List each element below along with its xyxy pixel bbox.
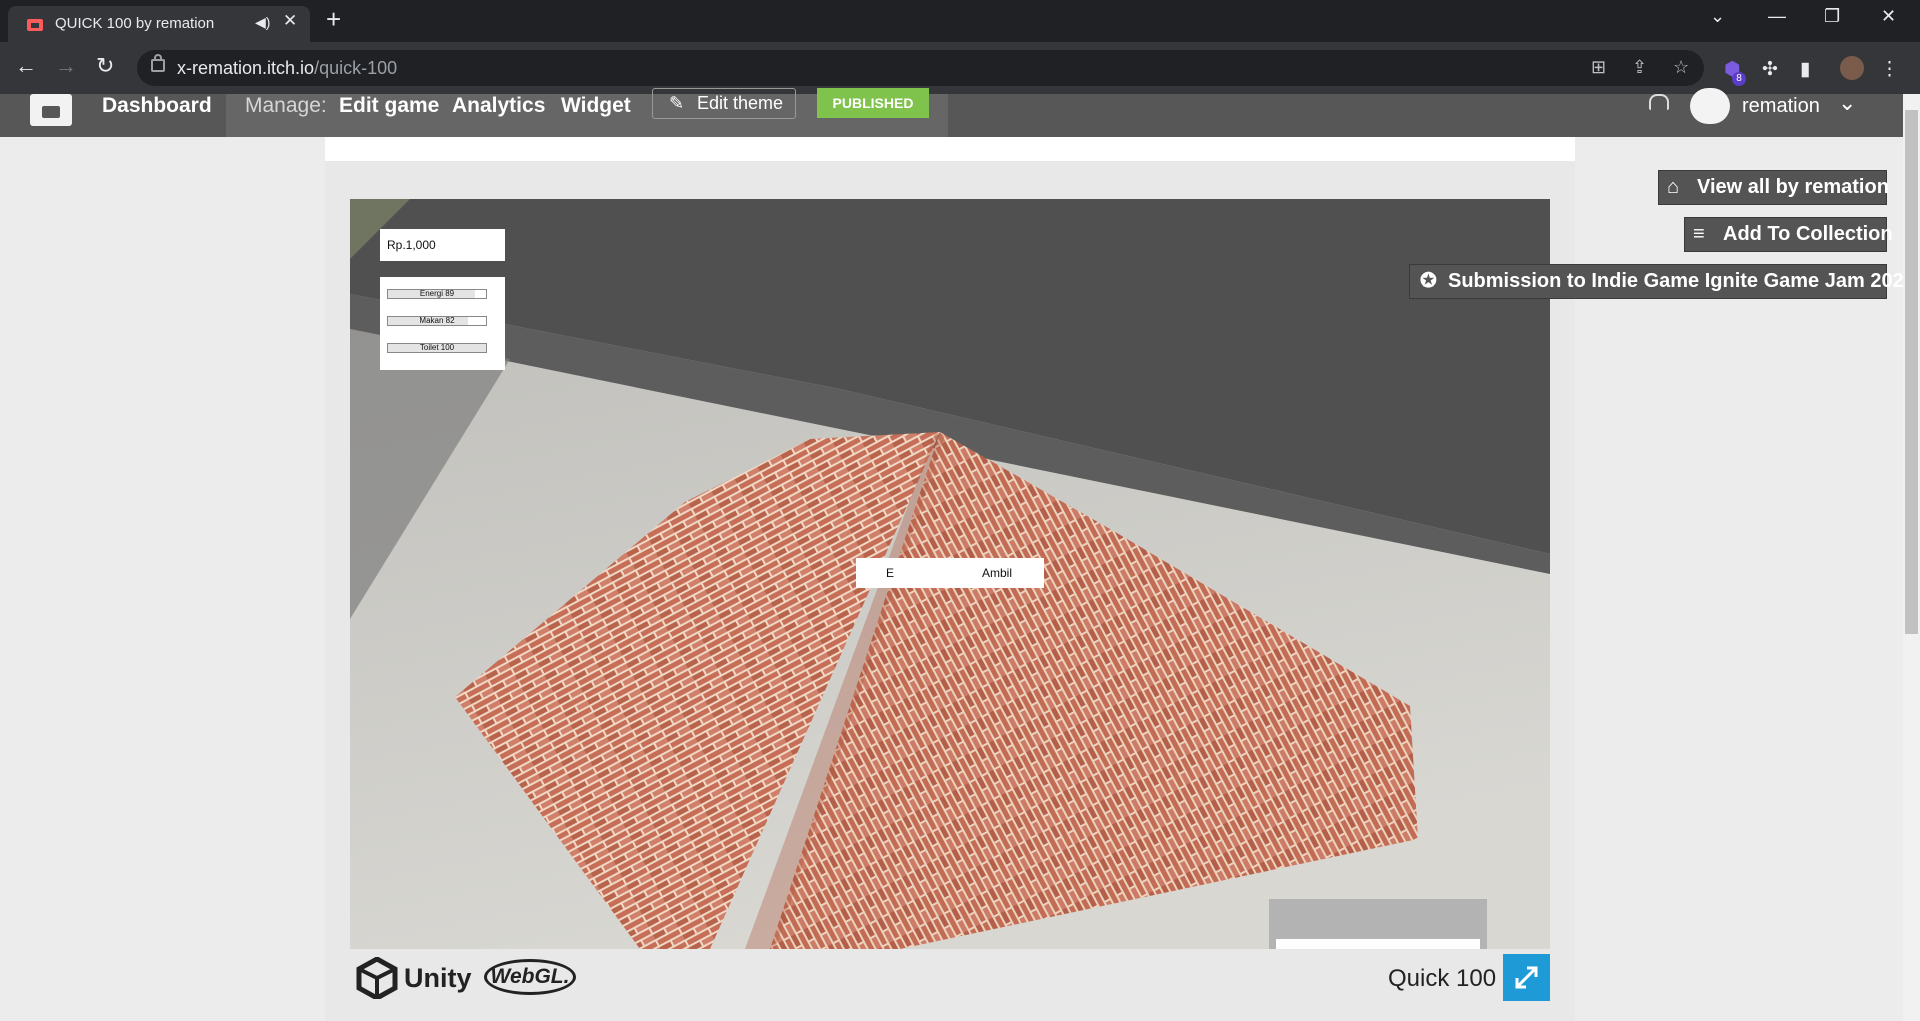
restore-icon[interactable]: ❐ — [1824, 6, 1840, 27]
browser-tab[interactable]: QUICK 100 by remation ◀) ✕ — [8, 6, 310, 42]
inventory-slot — [1276, 939, 1480, 949]
analytics-link[interactable]: Analytics — [452, 94, 545, 118]
add-to-collection-label: Add To Collection — [1723, 223, 1893, 245]
edit-theme-button[interactable]: ✎ Edit theme — [652, 88, 796, 119]
new-tab-icon[interactable]: + — [326, 6, 341, 32]
extension-badge: 8 — [1732, 72, 1746, 86]
game-canvas[interactable]: Rp.1,000 Energi 89 Makan 82 Toilet 100 E… — [350, 199, 1550, 949]
energy-label: Energi 89 — [419, 289, 455, 298]
window-close-icon[interactable]: ✕ — [1881, 6, 1896, 27]
jam-submission-button[interactable]: ✪ Submission to Indie Game Ignite Game J… — [1409, 264, 1915, 299]
unity-wordmark: Unity — [404, 963, 472, 993]
inventory-panel — [1269, 899, 1487, 949]
user-avatar[interactable] — [1690, 88, 1730, 124]
manage-label: Manage: — [245, 94, 327, 117]
published-badge: PUBLISHED — [817, 88, 929, 118]
fullscreen-icon — [1515, 966, 1538, 989]
browser-toolbar: ← → ↻ x-remation.itch.io/quick-100 ⊞ ⇪ ☆… — [0, 42, 1920, 94]
chevron-down-icon[interactable]: ⌄ — [1838, 90, 1856, 116]
food-label: Makan 82 — [419, 316, 455, 325]
edit-theme-label: Edit theme — [697, 93, 784, 113]
bookmark-star-icon[interactable]: ☆ — [1673, 57, 1689, 78]
tab-close-icon[interactable]: ✕ — [283, 11, 297, 31]
tab-title: QUICK 100 by remation — [55, 15, 215, 32]
jam-submission-label: Submission to Indie Game Ignite Game Jam… — [1448, 270, 1915, 292]
forward-icon[interactable]: → — [55, 54, 77, 78]
username-label[interactable]: remation — [1742, 94, 1820, 118]
page-header-strip — [325, 137, 1575, 161]
pencil-icon: ✎ — [669, 93, 685, 113]
game-title-label: Quick 100 — [1388, 965, 1497, 992]
reload-icon[interactable]: ↻ — [96, 54, 114, 78]
back-icon[interactable]: ← — [15, 54, 37, 78]
playlist-add-icon: ≡ — [1693, 223, 1705, 245]
notification-bell-icon[interactable] — [1649, 94, 1669, 110]
toilet-bar: Toilet 100 — [387, 343, 487, 353]
energy-bar: Energi 89 — [387, 289, 487, 299]
unity-logo-icon — [356, 957, 398, 999]
prompt-action: Ambil — [982, 566, 1013, 580]
toilet-label: Toilet 100 — [419, 343, 455, 352]
browser-tab-bar: QUICK 100 by remation ◀) ✕ + ⌄ — ❐ ✕ — [0, 0, 1920, 42]
unity-footer: Unity WebGL. Quick 100 — [350, 949, 1550, 1009]
award-ribbon-icon: ✪ — [1420, 270, 1437, 292]
url-text[interactable]: x-remation.itch.io/quick-100 — [177, 58, 397, 79]
share-icon[interactable]: ⇪ — [1632, 57, 1647, 78]
itch-favicon-icon — [27, 19, 43, 31]
dashboard-link[interactable]: Dashboard — [102, 94, 212, 118]
store-icon: ⌂ — [1667, 176, 1680, 198]
translate-icon[interactable]: ⊞ — [1591, 57, 1606, 78]
view-all-button[interactable]: ⌂ View all by remation — [1658, 170, 1889, 205]
chrome-menu-icon[interactable]: ⋮ — [1880, 58, 1899, 81]
address-bar[interactable]: x-remation.itch.io/quick-100 ⊞ ⇪ ☆ — [137, 50, 1704, 86]
profile-avatar[interactable] — [1840, 56, 1864, 80]
itch-user-bar: Dashboard Manage: Edit game Analytics Wi… — [0, 88, 1920, 137]
money-display: Rp.1,000 — [380, 229, 505, 261]
side-panel-icon[interactable]: ▮ — [1800, 58, 1810, 81]
interaction-prompt: E Ambil — [856, 558, 1044, 588]
widget-link[interactable]: Widget — [561, 94, 631, 118]
tab-audio-icon[interactable]: ◀) — [255, 14, 270, 31]
view-all-label: View all by remation — [1697, 176, 1889, 198]
minimize-icon[interactable]: — — [1768, 6, 1786, 27]
fullscreen-button[interactable] — [1503, 954, 1550, 1001]
itch-logo-icon[interactable] — [30, 94, 72, 126]
webgl-logo: WebGL. — [484, 959, 576, 995]
extensions-puzzle-icon[interactable]: ✣ — [1762, 58, 1778, 81]
tab-search-icon[interactable]: ⌄ — [1710, 6, 1725, 27]
prompt-key: E — [886, 566, 895, 580]
page-scrollbar-thumb[interactable] — [1905, 110, 1918, 634]
add-to-collection-button[interactable]: ≡ Add To Collection — [1684, 217, 1893, 252]
lock-icon — [151, 54, 165, 72]
stats-panel: Energi 89 Makan 82 Toilet 100 — [380, 277, 505, 370]
edit-game-link[interactable]: Edit game — [339, 94, 439, 118]
food-bar: Makan 82 — [387, 316, 487, 326]
